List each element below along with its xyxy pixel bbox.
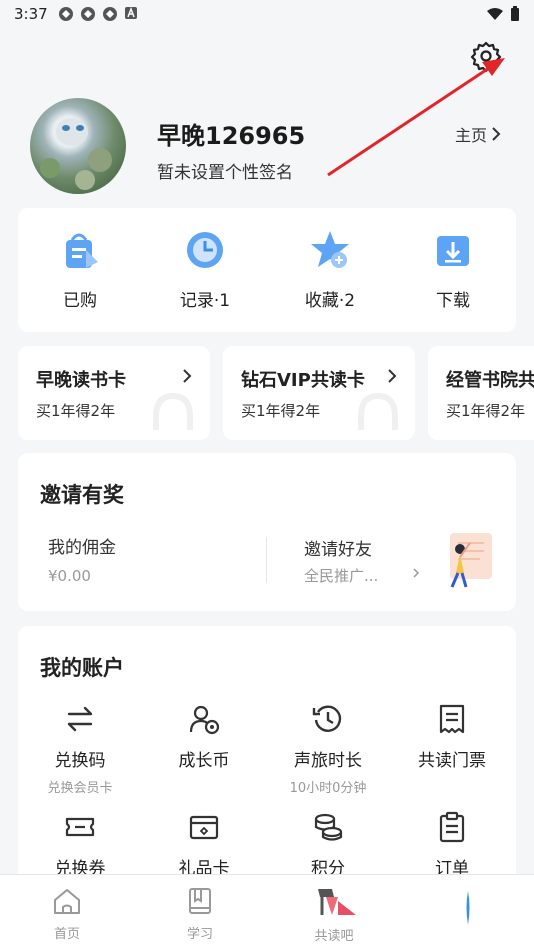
bottom-tab-bar: 首页 学习 共读吧	[0, 874, 534, 951]
notification-app-icon	[59, 7, 73, 21]
account-item-points[interactable]: 积分	[268, 810, 388, 879]
book-icon	[189, 888, 211, 914]
status-bar: 3:37	[0, 0, 534, 30]
account-item-label: 共读门票	[418, 751, 486, 771]
vip-card-subtitle: 买1年得2年	[241, 402, 321, 420]
quick-action-favorites[interactable]: 收藏·2	[280, 228, 380, 311]
commission-value: ¥0.00	[48, 567, 91, 585]
signature[interactable]: 暂未设置个性签名	[157, 158, 293, 183]
quick-action-purchased[interactable]: 已购	[30, 228, 130, 311]
me-icon	[466, 891, 470, 925]
avatar[interactable]	[30, 98, 126, 194]
download-icon	[437, 236, 469, 266]
tab-study[interactable]: 学习	[160, 887, 240, 942]
home-link[interactable]: 主页	[455, 122, 501, 146]
invite-friends-section[interactable]: 邀请好友 全民推广...	[278, 523, 516, 603]
vip-card[interactable]: 钻石VIP共读卡 买1年得2年	[223, 346, 415, 440]
quick-action-label: 下载	[436, 291, 470, 311]
quick-action-history[interactable]: 记录·1	[155, 228, 255, 311]
account-item-orders[interactable]: 订单	[392, 810, 512, 879]
chevron-right-icon	[413, 568, 420, 578]
receipt-icon	[439, 704, 465, 734]
home-link-label: 主页	[455, 126, 488, 145]
status-time: 3:37	[14, 5, 48, 23]
chevron-right-icon	[183, 369, 192, 383]
home-icon	[54, 889, 80, 914]
coins-icon	[314, 813, 343, 841]
chevron-right-icon	[492, 127, 501, 141]
account-item-reading-ticket[interactable]: 共读门票	[392, 702, 512, 771]
tab-label: 学习	[186, 927, 213, 942]
gift-card-icon	[189, 815, 219, 840]
commission-label: 我的佣金	[48, 538, 116, 558]
tab-label: 首页	[53, 927, 80, 942]
account-item-redeem-code[interactable]: 兑换码 兑换会员卡	[20, 702, 140, 796]
user-coin-icon	[189, 705, 220, 735]
tab-read-together[interactable]: 共读吧	[294, 887, 374, 944]
tab-label: 共读吧	[314, 929, 354, 944]
headphones-watermark-icon	[153, 392, 193, 430]
vip-card-subtitle: 买1年得2年	[36, 402, 116, 420]
invite-title: 邀请有奖	[40, 483, 124, 507]
username: 早晚126965	[157, 122, 306, 150]
exchange-icon	[67, 706, 93, 732]
commission-section[interactable]: 我的佣金 ¥0.00	[18, 523, 258, 603]
account-title: 我的账户	[40, 656, 124, 680]
tab-me[interactable]	[428, 887, 508, 935]
invite-friends-label: 邀请好友	[304, 540, 372, 560]
account-item-sub: 兑换会员卡	[47, 781, 113, 796]
notification-app-icon	[103, 7, 117, 21]
account-item-label: 兑换码	[54, 751, 106, 771]
time-reset-icon	[312, 705, 342, 732]
quick-action-label: 收藏·2	[304, 291, 356, 311]
vip-card-subtitle: 买1年得2年	[446, 402, 526, 420]
quick-action-label: 记录·1	[179, 291, 231, 311]
invite-card: 邀请有奖 我的佣金 ¥0.00 邀请好友 全民推广...	[18, 453, 516, 611]
account-item-sub: 10小时0分钟	[289, 781, 367, 796]
tab-home[interactable]: 首页	[27, 887, 107, 942]
settings-button[interactable]	[468, 38, 504, 74]
notification-a-icon	[125, 6, 137, 19]
quick-action-label: 已购	[63, 291, 97, 311]
chevron-right-icon	[388, 369, 397, 383]
account-item-growth-coin[interactable]: 成长币	[144, 702, 264, 771]
system-icons	[486, 6, 520, 22]
quick-actions-card: 已购 记录·1 收藏·2 下载	[18, 208, 516, 332]
invite-friends-sub: 全民推广...	[304, 567, 379, 585]
wifi-icon	[487, 8, 503, 20]
quick-action-download[interactable]: 下载	[403, 228, 503, 311]
account-item-label: 成长币	[178, 751, 230, 771]
gear-icon	[470, 41, 502, 72]
invite-illustration-icon	[450, 533, 492, 588]
clipboard-icon	[439, 811, 465, 843]
notification-app-icon	[81, 7, 95, 21]
account-item-gift-card[interactable]: 礼品卡	[144, 810, 264, 879]
vip-card-title: 钻石VIP共读卡	[241, 370, 365, 391]
divider	[266, 537, 267, 583]
account-item-coupon[interactable]: 兑换券	[20, 810, 140, 879]
flag-icon	[318, 889, 356, 915]
vip-card[interactable]: 早晚读书卡 买1年得2年	[18, 346, 210, 440]
vip-card[interactable]: 经管书院共 买1年得2年	[428, 346, 534, 440]
account-item-listen-time[interactable]: 声旅时长 10小时0分钟	[268, 702, 388, 796]
ticket-icon	[65, 817, 95, 837]
account-item-label: 声旅时长	[294, 751, 362, 771]
notification-icons	[58, 6, 138, 22]
vip-card-title: 早晚读书卡	[36, 370, 126, 391]
account-card: 我的账户 兑换码 兑换会员卡 成长币 声旅时长 10小时0分钟 共读门票 兑换券…	[18, 626, 516, 896]
battery-icon	[511, 6, 519, 21]
headphones-watermark-icon	[358, 392, 398, 430]
vip-card-title: 经管书院共	[446, 370, 534, 391]
avatar-image	[40, 118, 112, 190]
clock-icon	[187, 232, 223, 268]
shopping-bag-icon	[66, 233, 98, 268]
star-plus-icon	[311, 231, 349, 268]
